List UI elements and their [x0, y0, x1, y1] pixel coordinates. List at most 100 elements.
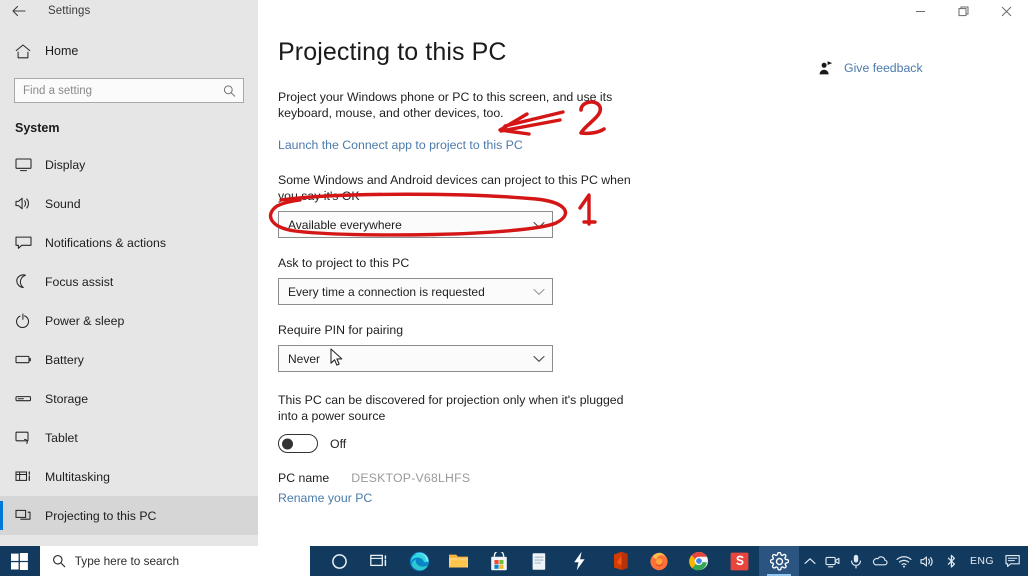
microphone-icon [850, 554, 861, 568]
restore-icon [958, 6, 969, 16]
tray-wifi[interactable] [893, 546, 915, 576]
sidebar-item-label: Power & sleep [45, 313, 125, 328]
availability-dropdown[interactable]: Available everywhere [278, 211, 553, 238]
notepad-icon [532, 552, 546, 570]
taskbar-item-edge[interactable] [399, 546, 439, 576]
give-feedback[interactable]: Give feedback [818, 60, 923, 76]
sidebar-item-sound[interactable]: Sound [0, 184, 258, 223]
sidebar-item-focus-assist[interactable]: Focus assist [0, 262, 258, 301]
taskbar-item-firefox[interactable] [639, 546, 679, 576]
search-icon [52, 554, 66, 568]
mouse-cursor [330, 348, 348, 375]
taskbar-item-microsoft-store[interactable] [479, 546, 519, 576]
home-icon [15, 43, 41, 59]
show-hidden-icons-button[interactable] [799, 546, 820, 576]
back-button[interactable] [0, 0, 38, 22]
tray-microphone[interactable] [845, 546, 866, 576]
volume-icon [920, 555, 933, 567]
taskbar-item-file-explorer[interactable] [439, 546, 479, 576]
multitasking-icon [15, 469, 41, 484]
launch-connect-app-link[interactable]: Launch the Connect app to project to thi… [278, 138, 523, 152]
taskbar-item-notepad[interactable] [519, 546, 559, 576]
taskbar-search[interactable]: Type here to search [39, 546, 311, 576]
file-explorer-icon [449, 554, 469, 568]
sidebar-item-label: Notifications & actions [45, 235, 166, 250]
ask-to-project-value: Every time a connection is requested [288, 284, 485, 299]
tray-meeting-camera[interactable] [822, 546, 843, 576]
tray-bluetooth[interactable] [941, 546, 962, 576]
close-icon [1001, 6, 1012, 16]
back-arrow-icon [12, 5, 26, 17]
power-source-label: This PC can be discovered for projection… [278, 393, 624, 423]
sidebar-item-label: Focus assist [45, 274, 114, 289]
sidebar-item-display[interactable]: Display [0, 145, 258, 184]
wifi-icon [896, 555, 912, 568]
window-title: Settings [48, 5, 91, 17]
onedrive-icon [872, 556, 888, 566]
settings-window: Settings Home Find a setting System Disp… [0, 0, 1028, 576]
power-source-toggle-row: Off [278, 434, 1028, 453]
sidebar-item-label: Battery [45, 352, 84, 367]
pc-name-label: PC name [278, 471, 330, 485]
chevron-down-icon [526, 221, 552, 229]
edge-icon [409, 551, 429, 571]
tray-language[interactable]: ENG [964, 555, 1000, 567]
sidebar-item-projecting-to-this-pc[interactable]: Projecting to this PC [0, 496, 258, 535]
taskbar-item-powershell[interactable] [559, 546, 599, 576]
firefox-icon [650, 552, 668, 571]
close-button[interactable] [985, 0, 1028, 22]
pc-name-row: PC name DESKTOP-V68LHFS [278, 471, 1028, 485]
sidebar-item-notifications[interactable]: Notifications & actions [0, 223, 258, 262]
sidebar-item-home[interactable]: Home [0, 34, 258, 68]
taskbar-item-chrome[interactable] [679, 546, 719, 576]
power-icon [15, 313, 41, 328]
tray-onedrive[interactable] [868, 546, 891, 576]
sidebar-item-label: Display [45, 157, 86, 172]
taskbar-icons [319, 546, 800, 576]
taskbar-item-task-view[interactable] [359, 546, 399, 576]
pc-name-value: DESKTOP-V68LHFS [351, 471, 471, 485]
notification-icon [15, 235, 41, 250]
taskbar-item-cortana[interactable] [319, 546, 359, 576]
ask-to-project-dropdown[interactable]: Every time a connection is requested [278, 278, 553, 305]
require-pin-label: Require PIN for pairing [278, 323, 404, 337]
sidebar-item-tablet[interactable]: Tablet [0, 418, 258, 457]
maximize-button[interactable] [942, 0, 985, 22]
chevron-down-icon [526, 288, 552, 296]
start-button[interactable] [0, 546, 40, 576]
search-input[interactable] [15, 79, 243, 102]
sidebar-item-label: Projecting to this PC [45, 508, 157, 523]
power-source-toggle[interactable] [278, 434, 318, 453]
main-content: Projecting to this PC Project your Windo… [258, 22, 1028, 546]
sidebar-item-power-sleep[interactable]: Power & sleep [0, 301, 258, 340]
title-bar-left: Settings [0, 0, 258, 22]
sidebar-item-storage[interactable]: Storage [0, 379, 258, 418]
taskbar-item-office[interactable] [599, 546, 639, 576]
sidebar-item-multitasking[interactable]: Multitasking [0, 457, 258, 496]
feedback-person-icon [818, 60, 835, 76]
minimize-icon [916, 10, 925, 12]
taskbar-item-settings[interactable] [759, 546, 800, 576]
availability-value: Available everywhere [288, 217, 402, 232]
sidebar-nav-list: Display Sound Notifications & actions Fo… [0, 145, 258, 535]
action-center-icon [1005, 555, 1020, 567]
taskbar-item-snipaste[interactable] [719, 546, 759, 576]
give-feedback-label[interactable]: Give feedback [844, 61, 923, 75]
monitor-icon [15, 157, 41, 172]
rename-pc-link[interactable]: Rename your PC [278, 491, 372, 505]
windows-start-icon [11, 552, 29, 570]
chrome-icon [689, 551, 709, 571]
action-center-button[interactable] [1002, 546, 1024, 576]
sidebar-item-label: Storage [45, 391, 89, 406]
chevron-up-icon [803, 557, 816, 564]
require-pin-dropdown[interactable]: Never [278, 345, 553, 372]
sidebar-item-battery[interactable]: Battery [0, 340, 258, 379]
cortana-icon [331, 553, 347, 569]
speaker-icon [15, 196, 41, 211]
sidebar-search[interactable] [14, 78, 244, 103]
minimize-button[interactable] [899, 0, 942, 22]
storage-icon [15, 391, 41, 406]
battery-icon [15, 352, 41, 367]
availability-label: Some Windows and Android devices can pro… [278, 173, 631, 203]
tray-volume[interactable] [917, 546, 939, 576]
